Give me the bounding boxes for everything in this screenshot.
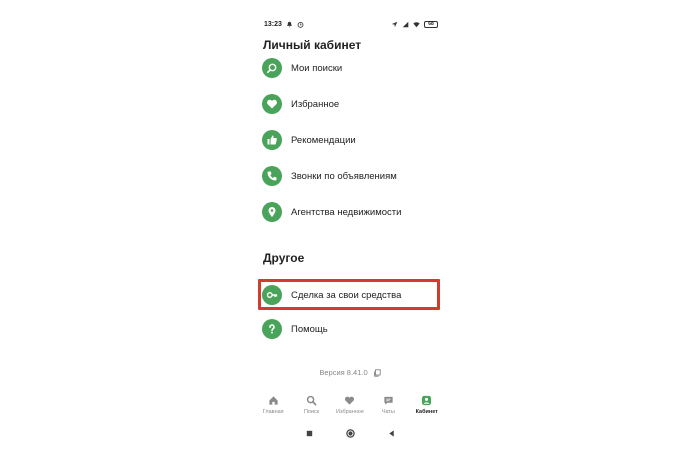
system-navigation: [254, 426, 446, 440]
highlight-box: [258, 279, 440, 310]
nav-label: Главная: [262, 409, 284, 415]
nav-label: Избранное: [336, 409, 364, 415]
wifi-icon: [413, 21, 420, 27]
menu-item-calls[interactable]: Звонки по объявлениям: [260, 162, 440, 190]
status-time: 13:23: [264, 20, 282, 28]
menu-item-help[interactable]: Помощь: [260, 315, 440, 343]
copy-icon[interactable]: [373, 368, 381, 377]
search-refresh-icon: [262, 58, 282, 78]
menu-item-my-searches[interactable]: Мои поиски: [260, 54, 440, 82]
nav-tab-chats[interactable]: Чаты: [370, 395, 406, 415]
thumbs-up-icon: [262, 130, 282, 150]
section-title-other: Другое: [263, 251, 305, 265]
app-version: Версия 8.41.0: [254, 368, 446, 377]
recents-icon[interactable]: [305, 429, 314, 438]
nav-tab-profile[interactable]: Кабинет: [409, 395, 445, 415]
nav-label: Поиск: [303, 409, 320, 415]
menu-item-agencies[interactable]: Агентства недвижимости: [260, 198, 440, 226]
question-icon: [262, 319, 282, 339]
page-title: Личный кабинет: [263, 38, 362, 52]
version-text: Версия 8.41.0: [319, 368, 368, 377]
battery-indicator: 68: [424, 20, 438, 28]
nav-tab-home[interactable]: Главная: [255, 395, 291, 415]
menu-item-label: Избранное: [291, 98, 340, 110]
chat-icon: [384, 396, 393, 405]
phone-screen: 13:23 68 Личный кабинет Мои поиски Избра…: [254, 12, 446, 442]
search-icon: [306, 395, 317, 406]
menu-item-label: Звонки по объявлениям: [291, 170, 397, 182]
home-button-icon[interactable]: [345, 428, 355, 438]
heart-icon: [345, 396, 355, 405]
bottom-navigation: Главная Поиск Избранное Чаты Кабинет: [254, 388, 446, 422]
profile-icon: [422, 395, 432, 406]
phone-icon: [262, 166, 282, 186]
nav-tab-search[interactable]: Поиск: [294, 395, 330, 415]
menu-item-favorites[interactable]: Избранное: [260, 90, 440, 118]
alarm-icon: [297, 21, 304, 28]
home-icon: [269, 396, 278, 405]
back-icon[interactable]: [387, 429, 396, 438]
status-bar: 13:23 68: [264, 18, 438, 30]
signal-icon: [402, 21, 409, 27]
nav-label: Чаты: [381, 409, 395, 415]
location-icon: [391, 21, 398, 27]
bell-icon: [286, 21, 292, 27]
menu-item-label: Агентства недвижимости: [291, 206, 402, 218]
nav-tab-favorites[interactable]: Избранное: [332, 395, 368, 415]
menu-item-label: Рекомендации: [291, 134, 356, 146]
nav-label: Кабинет: [415, 409, 438, 415]
heart-icon: [262, 94, 282, 114]
menu-item-label: Помощь: [291, 323, 328, 335]
map-pin-icon: [262, 202, 282, 222]
menu-item-recommendations[interactable]: Рекомендации: [260, 126, 440, 154]
menu-item-label: Мои поиски: [291, 62, 343, 74]
